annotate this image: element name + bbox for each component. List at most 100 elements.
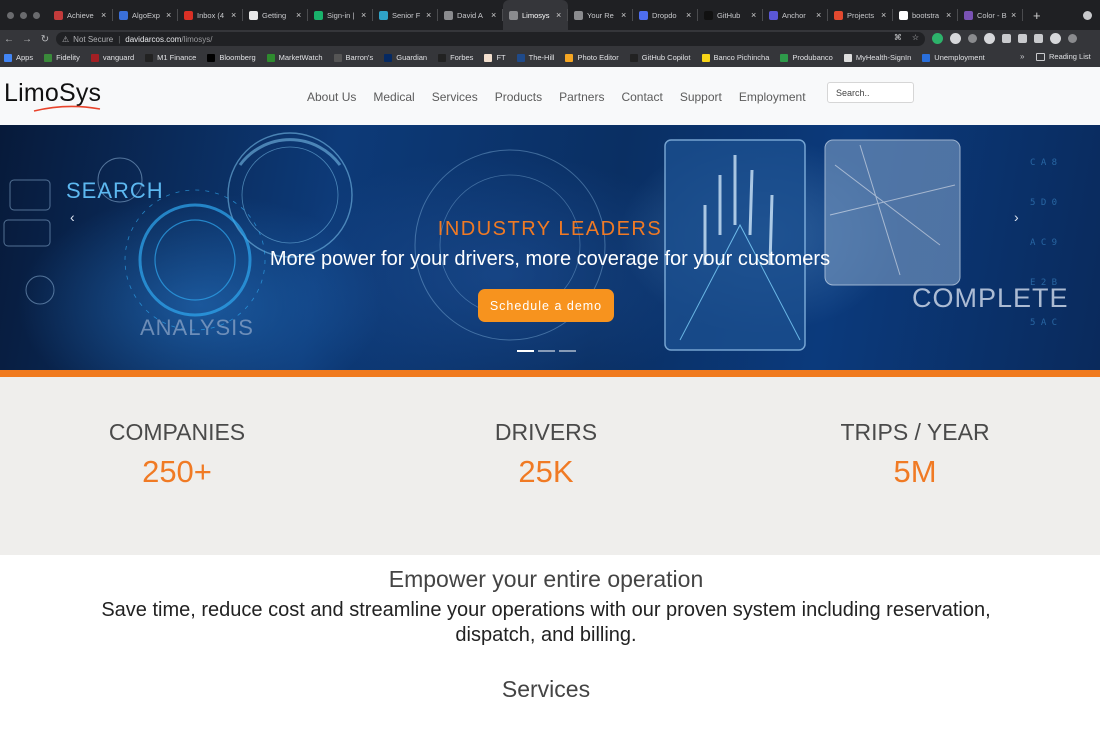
bookmark-item[interactable]: The-Hill xyxy=(516,53,554,62)
bookmark-favicon-icon xyxy=(843,53,852,62)
url-host[interactable]: davidarcos.com xyxy=(125,35,181,44)
browser-tab[interactable]: bootstra × xyxy=(893,0,958,30)
browser-tab[interactable]: GitHub × xyxy=(698,0,763,30)
nav-item-partners[interactable]: Partners xyxy=(559,90,604,104)
tab-search-icon[interactable] xyxy=(1083,11,1092,20)
carousel-indicator[interactable] xyxy=(538,350,555,352)
tab-label: Inbox (4 xyxy=(197,10,225,20)
tabs-icon[interactable] xyxy=(1018,34,1027,43)
hero-word-search: SEARCH xyxy=(66,178,164,203)
avatar[interactable] xyxy=(1050,33,1061,44)
browser-tab[interactable]: AlgoExp × xyxy=(113,0,178,30)
close-tab-icon[interactable]: × xyxy=(166,10,174,20)
browser-tab[interactable]: David A × xyxy=(438,0,503,30)
close-tab-icon[interactable]: × xyxy=(101,10,109,20)
puzzle-icon[interactable] xyxy=(1034,34,1043,43)
browser-tab-strip: Achieve × AlgoExp × Inbox (4 × Getting × Sign-in… xyxy=(0,0,1100,30)
nav-item-products[interactable]: Products xyxy=(495,90,542,104)
browser-tab[interactable]: Getting × xyxy=(243,0,308,30)
tab-label: Your Re xyxy=(587,10,614,20)
close-tab-icon[interactable]: × xyxy=(296,10,304,20)
profile-extension-icon[interactable] xyxy=(984,33,995,44)
reading-list-button[interactable]: Reading List xyxy=(1036,52,1091,61)
bookmark-item[interactable]: Photo Editor xyxy=(565,53,619,62)
nav-item-medical[interactable]: Medical xyxy=(373,90,414,104)
bookmark-item[interactable]: MarketWatch xyxy=(266,53,323,62)
bookmark-icon[interactable] xyxy=(1002,34,1011,43)
nav-item-support[interactable]: Support xyxy=(680,90,722,104)
browser-tab[interactable]: Sign-in | × xyxy=(308,0,373,30)
bookmark-item[interactable]: FT xyxy=(484,53,506,62)
close-window-button[interactable] xyxy=(7,11,14,19)
browser-tab[interactable]: Dropdo × xyxy=(633,0,698,30)
minimize-window-button[interactable] xyxy=(20,11,27,19)
browser-tab[interactable]: Your Re × xyxy=(568,0,633,30)
bookmark-item[interactable]: Guardian xyxy=(384,53,427,62)
grammarly-icon[interactable] xyxy=(932,33,943,44)
apps-grid-icon[interactable]: ⌘ xyxy=(894,33,902,42)
stats-section: COMPANIES 250+ DRIVERS 25K TRIPS / YEAR … xyxy=(0,377,1100,555)
forward-icon[interactable]: → xyxy=(18,34,36,45)
browser-tab[interactable]: Achieve × xyxy=(48,0,113,30)
bookmarks-overflow-button[interactable]: » xyxy=(1020,52,1024,61)
carousel-indicator[interactable] xyxy=(559,350,576,352)
extension-icon[interactable] xyxy=(950,33,961,44)
browser-tab[interactable]: Inbox (4 × xyxy=(178,0,243,30)
close-tab-icon[interactable]: × xyxy=(881,10,889,20)
close-tab-icon[interactable]: × xyxy=(946,10,954,20)
close-tab-icon[interactable]: × xyxy=(816,10,824,20)
security-label[interactable]: Not Secure xyxy=(73,35,113,44)
signin-favicon-icon xyxy=(314,10,323,20)
record-icon[interactable] xyxy=(968,34,977,43)
zoom-window-button[interactable] xyxy=(33,11,40,19)
nav-item-employment[interactable]: Employment xyxy=(739,90,806,104)
tab-label: Color - B xyxy=(977,10,1007,20)
nav-item-services[interactable]: Services xyxy=(432,90,478,104)
bookmark-item[interactable]: GitHub Copilot xyxy=(629,53,691,62)
close-tab-icon[interactable]: × xyxy=(1011,10,1019,20)
new-tab-button[interactable]: + xyxy=(1023,8,1041,23)
bookmark-item[interactable]: Barron's xyxy=(333,53,373,62)
bookmark-item[interactable]: Banco Pichincha xyxy=(701,53,769,62)
browser-tab[interactable]: Senior F × xyxy=(373,0,438,30)
back-icon[interactable]: ← xyxy=(0,34,18,45)
browser-tab[interactable]: Limosys × xyxy=(503,0,568,30)
close-tab-icon[interactable]: × xyxy=(621,10,629,20)
logo[interactable]: LimoSys xyxy=(4,79,101,108)
bookmark-item[interactable]: Apps xyxy=(4,53,33,62)
hero-kicker: INDUSTRY LEADERS xyxy=(437,218,663,240)
bookmark-label: MyHealth-SignIn xyxy=(855,53,912,62)
svg-text:5 A C: 5 A C xyxy=(1030,318,1057,328)
close-tab-icon[interactable]: × xyxy=(426,10,434,20)
warning-icon[interactable]: ⚠ xyxy=(62,35,69,44)
browser-tab[interactable]: Anchor × xyxy=(763,0,828,30)
bookmark-item[interactable]: Unemployment xyxy=(922,53,985,62)
anchor-favicon-icon xyxy=(769,10,778,20)
bookmark-item[interactable]: MyHealth-SignIn xyxy=(843,53,912,62)
browser-tab[interactable]: Projects × xyxy=(828,0,893,30)
menu-dots-icon[interactable] xyxy=(1068,34,1077,43)
nav-item-about-us[interactable]: About Us xyxy=(307,90,356,104)
reload-icon[interactable]: ↻ xyxy=(36,34,54,45)
schedule-demo-button[interactable]: Schedule a demo xyxy=(478,289,614,322)
bookmark-item[interactable]: Produbanco xyxy=(780,53,833,62)
search-input[interactable] xyxy=(827,82,914,103)
url-path[interactable]: /limosys/ xyxy=(181,35,212,44)
address-bar[interactable]: ⚠ Not Secure | davidarcos.com /limosys/ … xyxy=(56,32,925,46)
bookmark-star-icon[interactable]: ☆ xyxy=(912,33,919,42)
carousel-indicator[interactable] xyxy=(517,350,534,352)
bookmark-item[interactable]: vanguard xyxy=(90,53,134,62)
close-tab-icon[interactable]: × xyxy=(361,10,369,20)
bookmark-item[interactable]: M1 Finance xyxy=(145,53,196,62)
reading-list-icon xyxy=(1036,52,1045,61)
bookmark-item[interactable]: Forbes xyxy=(438,53,473,62)
nav-item-contact[interactable]: Contact xyxy=(621,90,662,104)
close-tab-icon[interactable]: × xyxy=(686,10,694,20)
bookmark-item[interactable]: Bloomberg xyxy=(207,53,256,62)
browser-tab[interactable]: Color - B × xyxy=(958,0,1023,30)
close-tab-icon[interactable]: × xyxy=(491,10,499,20)
close-tab-icon[interactable]: × xyxy=(231,10,239,20)
close-tab-icon[interactable]: × xyxy=(556,10,564,20)
close-tab-icon[interactable]: × xyxy=(751,10,759,20)
bookmark-item[interactable]: Fidelity xyxy=(44,53,80,62)
